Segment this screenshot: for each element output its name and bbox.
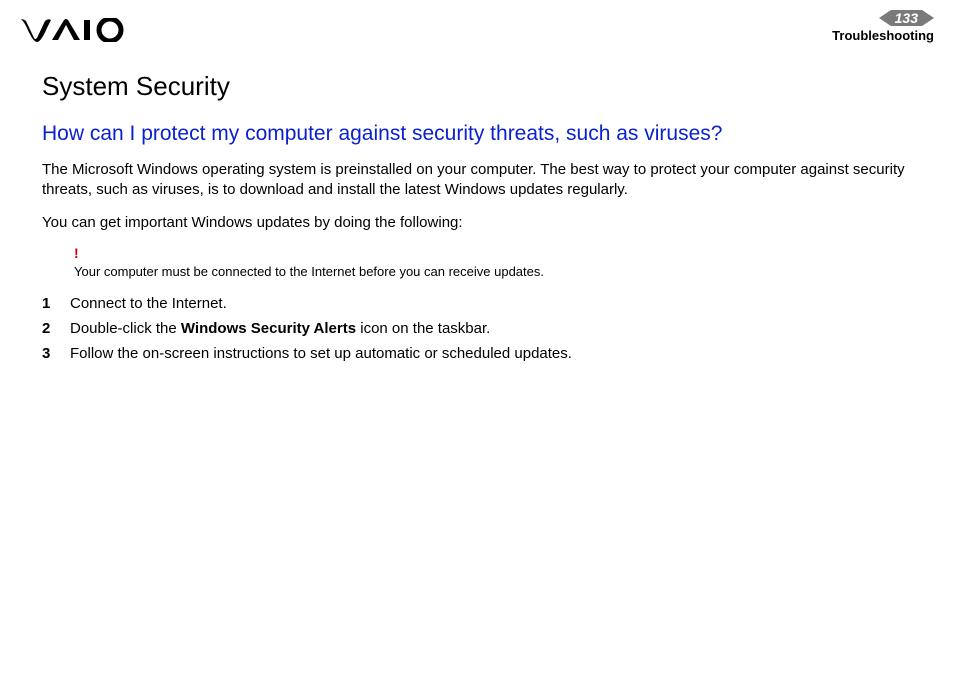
step-text: Follow the on-screen instructions to set… <box>70 345 572 362</box>
page-number: 133 <box>891 10 922 26</box>
prev-page-arrow-icon[interactable] <box>879 10 891 26</box>
step-text: Double-click the Windows Security Alerts… <box>70 320 490 337</box>
step-number: 2 <box>42 320 70 337</box>
header-right: 133 Troubleshooting <box>832 10 934 43</box>
warning-icon: ! <box>74 245 912 261</box>
section-label: Troubleshooting <box>832 28 934 43</box>
step-text: Connect to the Internet. <box>70 295 227 312</box>
page-header: 133 Troubleshooting <box>0 0 954 43</box>
warning-note: ! Your computer must be connected to the… <box>42 245 912 281</box>
list-item: 2 Double-click the Windows Security Aler… <box>42 320 912 337</box>
paragraph: You can get important Windows updates by… <box>42 213 912 233</box>
steps-list: 1 Connect to the Internet. 2 Double-clic… <box>42 295 912 362</box>
next-page-arrow-icon[interactable] <box>922 10 934 26</box>
page-navigator: 133 <box>879 10 934 26</box>
list-item: 3 Follow the on-screen instructions to s… <box>42 345 912 362</box>
step-number: 3 <box>42 345 70 362</box>
page-title: System Security <box>42 71 912 102</box>
paragraph: The Microsoft Windows operating system i… <box>42 160 912 201</box>
step-number: 1 <box>42 295 70 312</box>
warning-text: Your computer must be connected to the I… <box>74 264 544 279</box>
vaio-logo <box>20 18 130 42</box>
question-heading: How can I protect my computer against se… <box>42 122 912 146</box>
list-item: 1 Connect to the Internet. <box>42 295 912 312</box>
page-content: System Security How can I protect my com… <box>0 43 954 362</box>
